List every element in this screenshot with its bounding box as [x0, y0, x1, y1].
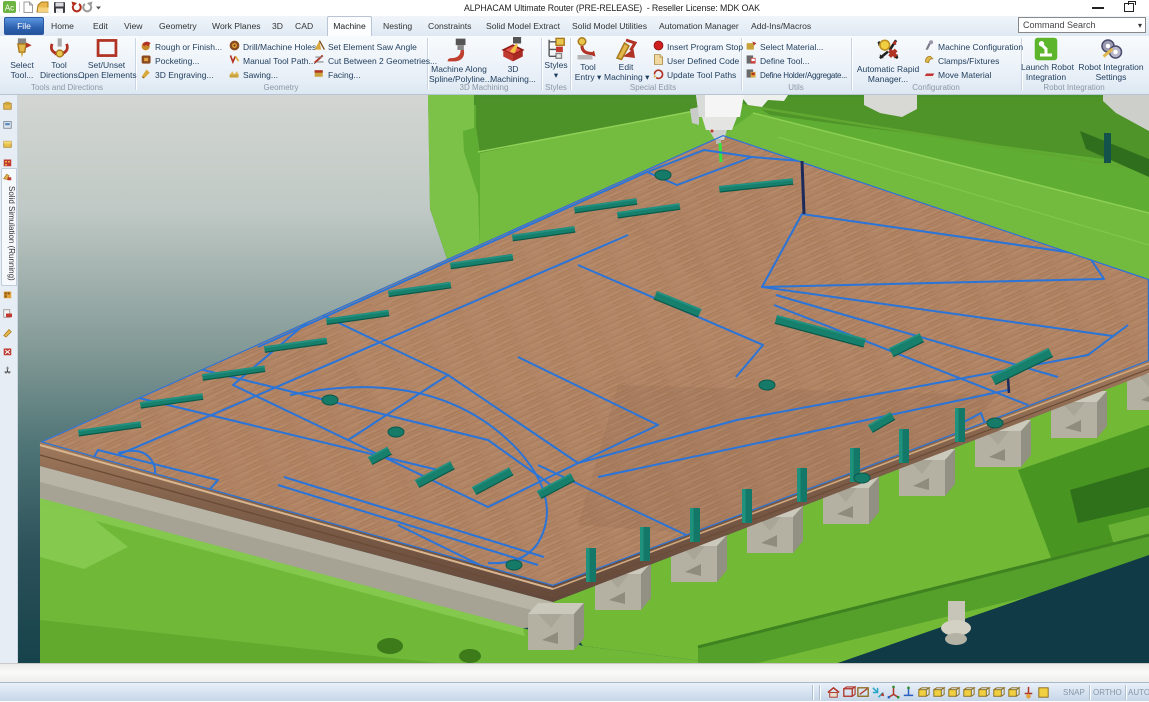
- svg-text:Ac: Ac: [5, 4, 14, 13]
